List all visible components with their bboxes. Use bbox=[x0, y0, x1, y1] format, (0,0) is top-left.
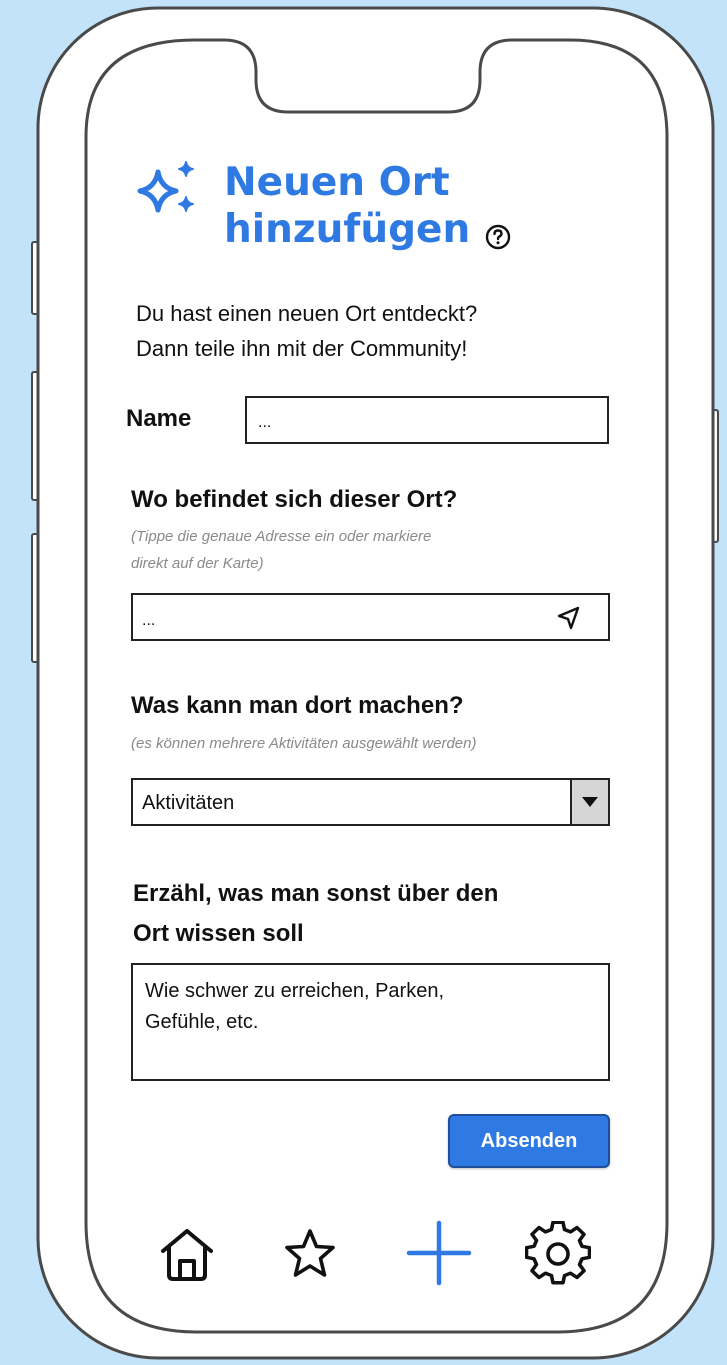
page-title-line1: Neuen Ort bbox=[224, 160, 450, 205]
activities-select-value: Aktivitäten bbox=[142, 792, 235, 814]
location-hint-line2: direkt auf der Karte) bbox=[131, 555, 264, 572]
info-placeholder-line1: Wie schwer zu erreichen, Parken, bbox=[145, 980, 445, 1002]
star-icon[interactable] bbox=[280, 1225, 340, 1285]
intro-line2: Dann teile ihn mit der Community! bbox=[136, 336, 468, 361]
gear-icon[interactable] bbox=[525, 1221, 591, 1287]
plus-icon[interactable] bbox=[405, 1219, 473, 1287]
dropdown-button[interactable] bbox=[570, 780, 608, 824]
activities-hint: (es können mehrere Aktivitäten ausgewähl… bbox=[131, 735, 477, 752]
location-heading: Wo befindet sich dieser Ort? bbox=[131, 486, 458, 513]
sparkles-icon bbox=[137, 161, 194, 213]
name-label: Name bbox=[126, 405, 192, 432]
intro-text: Du hast einen neuen Ort entdeckt? Dann t… bbox=[136, 296, 477, 366]
name-input[interactable]: ... bbox=[245, 396, 609, 444]
intro-line1: Du hast einen neuen Ort entdeckt? bbox=[136, 301, 478, 326]
page-title: Neuen Ort hinzufügen bbox=[224, 159, 470, 253]
chevron-down-icon bbox=[582, 797, 598, 807]
submit-button[interactable]: Absenden bbox=[448, 1114, 610, 1168]
page-title-line2: hinzufügen bbox=[224, 207, 471, 252]
info-heading: Erzähl, was man sonst über den Ort wisse… bbox=[133, 874, 498, 954]
location-hint-line1: (Tippe die genaue Adresse ein oder marki… bbox=[131, 528, 432, 545]
activities-select[interactable]: Aktivitäten bbox=[131, 778, 610, 826]
navigation-arrow-icon[interactable] bbox=[556, 605, 582, 631]
location-hint: (Tippe die genaue Adresse ein oder marki… bbox=[131, 523, 431, 577]
address-input[interactable]: ... bbox=[131, 593, 610, 641]
info-heading-line2: Ort wissen soll bbox=[133, 920, 304, 947]
help-circle-icon[interactable] bbox=[484, 223, 512, 251]
info-textarea[interactable]: Wie schwer zu erreichen, Parken, Gefühle… bbox=[131, 963, 610, 1081]
info-placeholder-line2: Gefühle, etc. bbox=[145, 1011, 259, 1033]
info-heading-line1: Erzähl, was man sonst über den bbox=[133, 880, 499, 907]
activities-heading: Was kann man dort machen? bbox=[131, 692, 464, 719]
home-icon[interactable] bbox=[157, 1225, 217, 1285]
